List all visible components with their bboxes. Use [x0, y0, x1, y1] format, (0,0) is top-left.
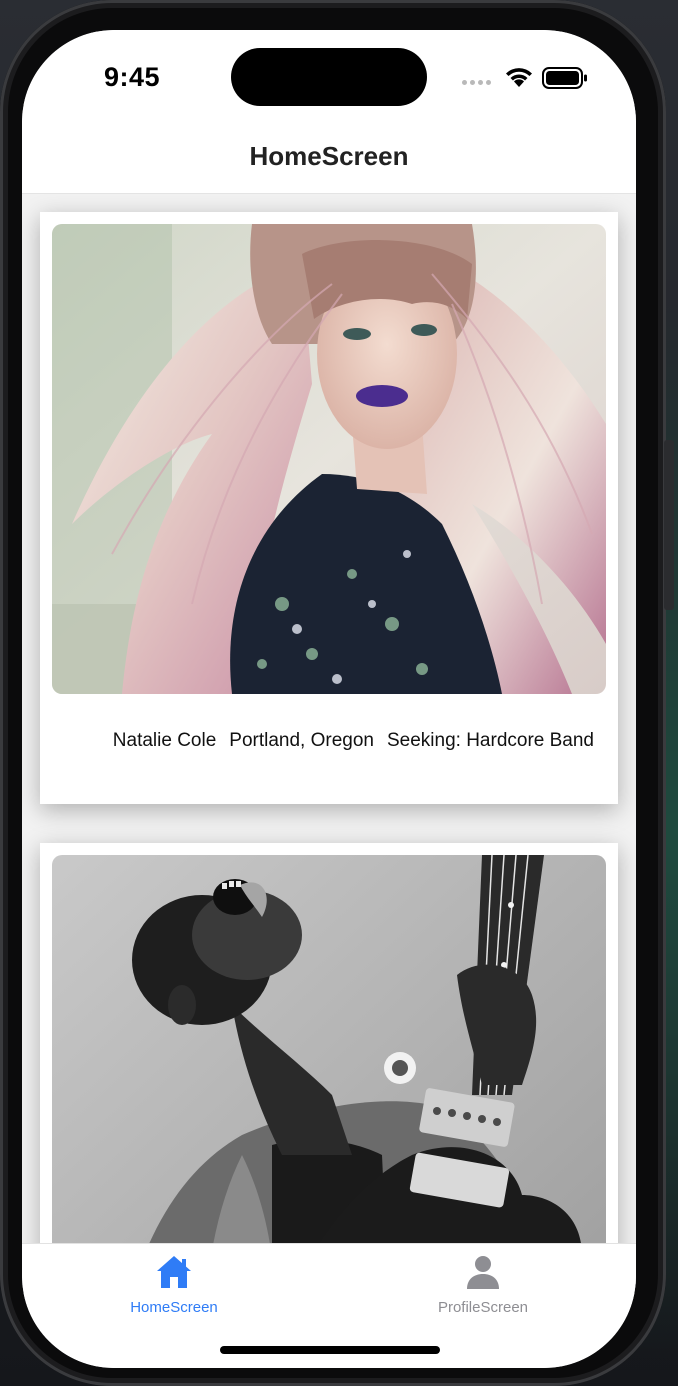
wifi-icon — [506, 68, 532, 87]
page-title: HomeScreen — [249, 141, 409, 171]
navigation-header: HomeScreen — [22, 126, 636, 194]
profile-card[interactable]: Natalie Cole Portland, Oregon Seeking: H… — [40, 212, 618, 804]
phone-frame: 9:45 HomeScreen Natalie Cole Portland, O… — [0, 0, 674, 1386]
phone-screen: 9:45 HomeScreen Natalie Cole Portland, O… — [22, 30, 636, 1368]
home-icon — [157, 1256, 191, 1288]
woman-with-pink-hair-photo — [52, 224, 606, 694]
status-time: 9:45 — [104, 62, 161, 92]
profile-caption: Natalie Cole Portland, Oregon Seeking: H… — [40, 730, 618, 752]
profile-photo[interactable] — [52, 224, 606, 694]
profile-seeking: Seeking: Hardcore Band — [386, 730, 594, 751]
person-icon — [467, 1256, 499, 1289]
feed-list[interactable]: Natalie Cole Portland, Oregon Seeking: H… — [22, 194, 636, 1244]
guitarist-black-and-white-photo — [52, 855, 606, 1244]
power-button — [664, 440, 674, 610]
profile-card[interactable] — [40, 843, 618, 1244]
profile-location: Portland, Oregon — [229, 730, 374, 751]
tab-profile-label: ProfileScreen — [437, 1299, 529, 1316]
profile-photo[interactable] — [52, 855, 606, 1244]
profile-name: Natalie Cole — [112, 730, 217, 751]
home-indicator — [220, 1346, 440, 1354]
cellular-signal-icon — [462, 80, 491, 85]
tab-home[interactable]: HomeScreen — [74, 1254, 274, 1316]
battery-icon — [542, 67, 587, 89]
tab-profile[interactable]: ProfileScreen — [383, 1254, 583, 1316]
tab-home-label: HomeScreen — [130, 1299, 218, 1316]
status-bar: 9:45 — [22, 30, 636, 140]
dynamic-island — [231, 48, 427, 106]
